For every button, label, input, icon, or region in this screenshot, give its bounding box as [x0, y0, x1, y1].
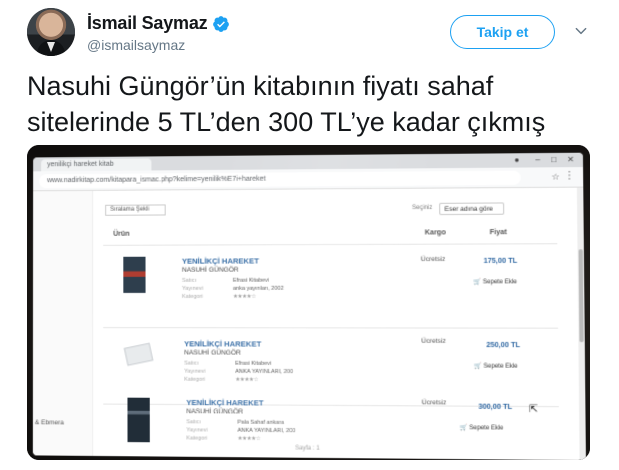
pagination: Sayfa : 1 [295, 445, 320, 452]
book-cover [123, 256, 146, 293]
add-to-cart: 🛒 Sepete Ekle [473, 279, 517, 286]
results-page: & Ebmera Sıralama Şekli Seçiniz Eser adı… [32, 187, 586, 460]
add-to-cart-label: Sepete Ekle [482, 279, 517, 286]
side-label: & Ebmera [34, 419, 64, 427]
publisher: ANKA YAYINLARI, 200 [237, 427, 296, 435]
url-text: www.nadirkitap.com/kitapara_ismac.php?ke… [39, 170, 521, 189]
handle[interactable]: @ismailsaymaz [87, 37, 185, 53]
bookmark-star-icon: ☆ [551, 171, 560, 182]
shipping: Ücretsiz [421, 337, 446, 345]
minimize-icon: – [535, 155, 541, 165]
sort-label: Seçiniz [412, 204, 433, 212]
profile-icon: ● [514, 155, 520, 165]
book-title: YENİLİKÇİ HAREKET [186, 397, 264, 408]
column-product: Ürün [113, 230, 130, 238]
list-item: YENİLİKÇİ HAREKET NASUHİ GÜNGÖR Satıcı P… [127, 397, 563, 460]
seller: Pala Sahaf ankara [237, 419, 285, 426]
meta-label: Kategori [184, 376, 206, 383]
meta-label: Yayınevi [186, 427, 208, 434]
tweet-photo[interactable]: yenilikçi hareket kitab ● – □ ✕ www.nadi… [27, 145, 590, 460]
publisher: ANKA YAYINLARI, 200 [235, 368, 294, 376]
meta-label: Satıcı [186, 419, 201, 426]
rating: ★★★★☆ [235, 376, 259, 384]
mouse-cursor-icon: ⇱ [529, 403, 539, 416]
book-author: NASUHİ GÜNGÖR [184, 349, 241, 357]
rating: ★★★★☆ [232, 293, 256, 300]
meta-label: Yayınevi [182, 285, 204, 292]
shipping: Ücretsiz [420, 255, 446, 264]
tweet-text: Nasuhi Güngör’ün kitabının fiyatı sahaf … [27, 71, 546, 137]
add-to-cart: 🛒 Sepete Ekle [473, 363, 518, 370]
avatar[interactable] [27, 8, 75, 56]
divider [103, 243, 558, 246]
author-name-row[interactable]: İsmail Saymaz [87, 13, 230, 34]
display-name[interactable]: İsmail Saymaz [87, 13, 208, 34]
photographed-screen: yenilikçi hareket kitab ● – □ ✕ www.nadi… [32, 152, 586, 460]
add-to-cart-label: Sepete Ekle [469, 425, 504, 432]
price: 250,00 TL [486, 341, 521, 350]
book-cover [127, 397, 150, 443]
book-author: NASUHİ GÜNGÖR [182, 266, 239, 274]
publisher: anka yayınları, 2002 [232, 285, 284, 292]
price: 300,00 TL [478, 403, 513, 412]
book-cover [123, 342, 154, 366]
close-icon: ✕ [567, 154, 575, 165]
price: 175,00 TL [483, 257, 518, 265]
browser-menu-icon: ⋮ [564, 170, 575, 182]
seller: Efrasi Kitabevi [232, 277, 269, 284]
column-price: Fiyat [489, 229, 507, 237]
seller: Efrasi Kitabevi [235, 360, 272, 367]
sort-heading: Sıralama Şekli [105, 204, 166, 216]
rating: ★★★★☆ [237, 435, 261, 443]
sort-select: Eser adına göre [439, 202, 505, 216]
chevron-down-icon[interactable] [574, 24, 588, 38]
book-title: YENİLİKÇİ HAREKET [184, 339, 262, 349]
meta-label: Kategori [186, 435, 208, 442]
divider [103, 327, 559, 329]
meta-label: Kategori [182, 293, 203, 300]
book-title: YENİLİKÇİ HAREKET [181, 256, 259, 266]
shipping: Ücretsiz [421, 399, 447, 407]
add-to-cart: 🛒 Sepete Ekle [459, 425, 504, 432]
meta-label: Yayınevi [184, 368, 206, 375]
column-shipping: Kargo [424, 229, 446, 237]
meta-label: Satıcı [182, 277, 197, 284]
list-item: YENİLİKÇİ HAREKET NASUHİ GÜNGÖR Satıcı E… [123, 337, 560, 402]
maximize-icon: □ [551, 154, 557, 165]
book-author: NASUHİ GÜNGÖR [186, 408, 244, 416]
verified-badge-icon [213, 15, 230, 32]
list-item: YENİLİKÇİ HAREKET NASUHİ GÜNGÖR Satıcı E… [123, 256, 558, 318]
tweet-header: İsmail Saymaz @ismailsaymaz Takip et [0, 0, 619, 62]
meta-label: Satıcı [184, 360, 199, 367]
browser-tab: yenilikçi hareket kitab [41, 158, 152, 172]
side-filter-strip: & Ebmera [32, 190, 94, 456]
follow-button[interactable]: Takip et [450, 15, 555, 49]
add-to-cart-label: Sepete Ekle [483, 363, 518, 370]
